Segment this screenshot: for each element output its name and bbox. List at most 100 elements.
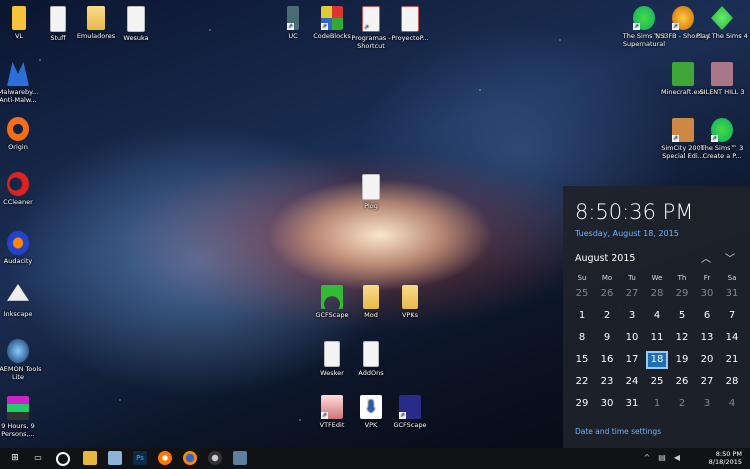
calendar-day[interactable]: 29: [571, 395, 593, 413]
calendar-day[interactable]: 30: [596, 395, 618, 413]
icon-label: Audacity: [3, 257, 33, 265]
codeblocks-icon: ↗: [321, 6, 343, 30]
desktop-icon-sims3-create[interactable]: ↗ The Sims™ 3 Create a P...: [694, 118, 750, 160]
volume-icon[interactable]: ◀: [670, 451, 684, 465]
tray-date: 8/18/2015: [708, 458, 742, 466]
calendar-day[interactable]: 2: [596, 307, 618, 325]
calendar-day[interactable]: 4: [646, 307, 668, 325]
desktop-icon-ccleaner[interactable]: CCleaner: [0, 172, 46, 206]
calendar-day[interactable]: 15: [571, 351, 593, 369]
desktop-icon-daemon[interactable]: DAEMON Tools Lite: [0, 339, 46, 381]
calendar-day[interactable]: 28: [721, 373, 743, 391]
calendar-day[interactable]: 12: [671, 329, 693, 347]
calendar-day[interactable]: 29: [671, 285, 693, 303]
desktop-icon-inkscape[interactable]: Inkscape: [0, 284, 46, 318]
calendar-day[interactable]: 22: [571, 373, 593, 391]
calendar-day[interactable]: 14: [721, 329, 743, 347]
calendar-day[interactable]: 7: [721, 307, 743, 325]
desktop-icon-gcfscape[interactable]: ↗ GCFScape: [382, 395, 438, 429]
notepad-icon[interactable]: [108, 451, 122, 465]
calendar-day[interactable]: 9: [596, 329, 618, 347]
task-view-icon[interactable]: ▭: [31, 451, 45, 465]
calendar-day[interactable]: 31: [621, 395, 643, 413]
steam-alt-icon[interactable]: [233, 451, 247, 465]
calendar-day[interactable]: 31: [721, 285, 743, 303]
calendar-day[interactable]: 18: [646, 351, 668, 369]
desktop-icon-sims4[interactable]: Play The Sims 4: [694, 6, 750, 40]
desktop-icon-origin[interactable]: Origin: [0, 117, 46, 151]
calendar-day[interactable]: 25: [571, 285, 593, 303]
date-time-settings-link[interactable]: Date and time settings: [575, 427, 661, 436]
calendar-day[interactable]: 4: [721, 395, 743, 413]
icon-label: 9 Hours, 9 Persons,...: [1, 422, 35, 438]
ns3fb-icon: ↗: [672, 6, 694, 30]
calendar-day[interactable]: 19: [671, 351, 693, 369]
desktop-icon-vpks[interactable]: VPKs: [382, 285, 438, 319]
previous-month-icon[interactable]: ︿: [701, 250, 711, 265]
weekday-label: We: [651, 274, 663, 282]
tray-clock[interactable]: 8:50 PM 8/18/2015: [709, 450, 742, 466]
calendar-day[interactable]: 16: [596, 351, 618, 369]
9hours-icon: [7, 396, 29, 420]
calendar-day[interactable]: 24: [621, 373, 643, 391]
icon-label: SILENT HILL 3: [699, 88, 745, 96]
calendar-day[interactable]: 8: [571, 329, 593, 347]
ccleaner-icon: [7, 172, 29, 196]
calendar-day[interactable]: 3: [696, 395, 718, 413]
network-icon[interactable]: ▤: [655, 451, 669, 465]
download-arrow-icon: ⬇: [360, 395, 382, 419]
desktop-icon-malwarebytes[interactable]: Malwareby... Anti-Malw...: [0, 62, 46, 104]
calendar-month-label[interactable]: August 2015: [575, 253, 635, 264]
pdf-icon: [401, 6, 419, 32]
calendar-day[interactable]: 20: [696, 351, 718, 369]
minecraft-icon: [672, 62, 694, 86]
cortana-icon[interactable]: [56, 452, 70, 466]
calendar-day[interactable]: 27: [696, 373, 718, 391]
clock-date-link[interactable]: Tuesday, August 18, 2015: [575, 229, 679, 238]
calendar-day[interactable]: 6: [696, 307, 718, 325]
desktop-icon-proyecto[interactable]: ProyectoP...: [382, 6, 438, 42]
photoshop-icon[interactable]: Ps: [133, 451, 147, 465]
calendar-day[interactable]: 26: [671, 373, 693, 391]
calendar-day[interactable]: 1: [646, 395, 668, 413]
calendar-day[interactable]: 21: [721, 351, 743, 369]
desktop-icon-plog[interactable]: Plog: [343, 174, 399, 210]
calendar-day[interactable]: 17: [621, 351, 643, 369]
calendar-day[interactable]: 30: [696, 285, 718, 303]
file-icon: [324, 341, 340, 367]
desktop-icon-wesuka[interactable]: Wesuka: [108, 6, 164, 42]
desktop-icon-addons[interactable]: AddOns: [343, 341, 399, 377]
tray-time: 8:50 PM: [715, 450, 742, 458]
calendar-day[interactable]: 10: [621, 329, 643, 347]
calendar-day[interactable]: 13: [696, 329, 718, 347]
icon-label: DAEMON Tools Lite: [0, 365, 42, 381]
desktop-icon-silenthill[interactable]: SILENT HILL 3: [694, 62, 750, 96]
next-month-icon[interactable]: ﹀: [725, 250, 735, 265]
gcfscape-icon: ↗: [399, 395, 421, 419]
calendar-day[interactable]: 1: [571, 307, 593, 325]
weekday-label: Th: [677, 274, 687, 282]
blender-icon[interactable]: [158, 451, 172, 465]
calendar-day[interactable]: 11: [646, 329, 668, 347]
calendar-day[interactable]: 2: [671, 395, 693, 413]
file-explorer-icon[interactable]: [83, 451, 97, 465]
steam-icon[interactable]: [208, 451, 222, 465]
calendar-day[interactable]: 26: [596, 285, 618, 303]
desktop-icon-audacity[interactable]: Audacity: [0, 231, 46, 265]
calendar-day[interactable]: 27: [621, 285, 643, 303]
calendar-day[interactable]: 5: [671, 307, 693, 325]
silent-hill-icon: [711, 62, 733, 86]
calendar-day[interactable]: 23: [596, 373, 618, 391]
folder-icon: [87, 6, 105, 30]
desktop-icon-9hours[interactable]: 9 Hours, 9 Persons,...: [0, 396, 46, 438]
tray-overflow-icon[interactable]: ^: [640, 451, 654, 465]
start-icon[interactable]: ⊞: [8, 451, 22, 465]
firefox-icon[interactable]: [183, 451, 197, 465]
taskbar: ⊞ ▭ Ps ^ ▤ ◀ 8:50 PM 8/18/2015: [0, 448, 750, 469]
calendar-day[interactable]: 3: [621, 307, 643, 325]
calendar-day[interactable]: 25: [646, 373, 668, 391]
icon-label: AddOns: [358, 369, 384, 377]
malwarebytes-icon: [7, 62, 29, 86]
icon-label: Wesuka: [123, 34, 149, 42]
calendar-day[interactable]: 28: [646, 285, 668, 303]
